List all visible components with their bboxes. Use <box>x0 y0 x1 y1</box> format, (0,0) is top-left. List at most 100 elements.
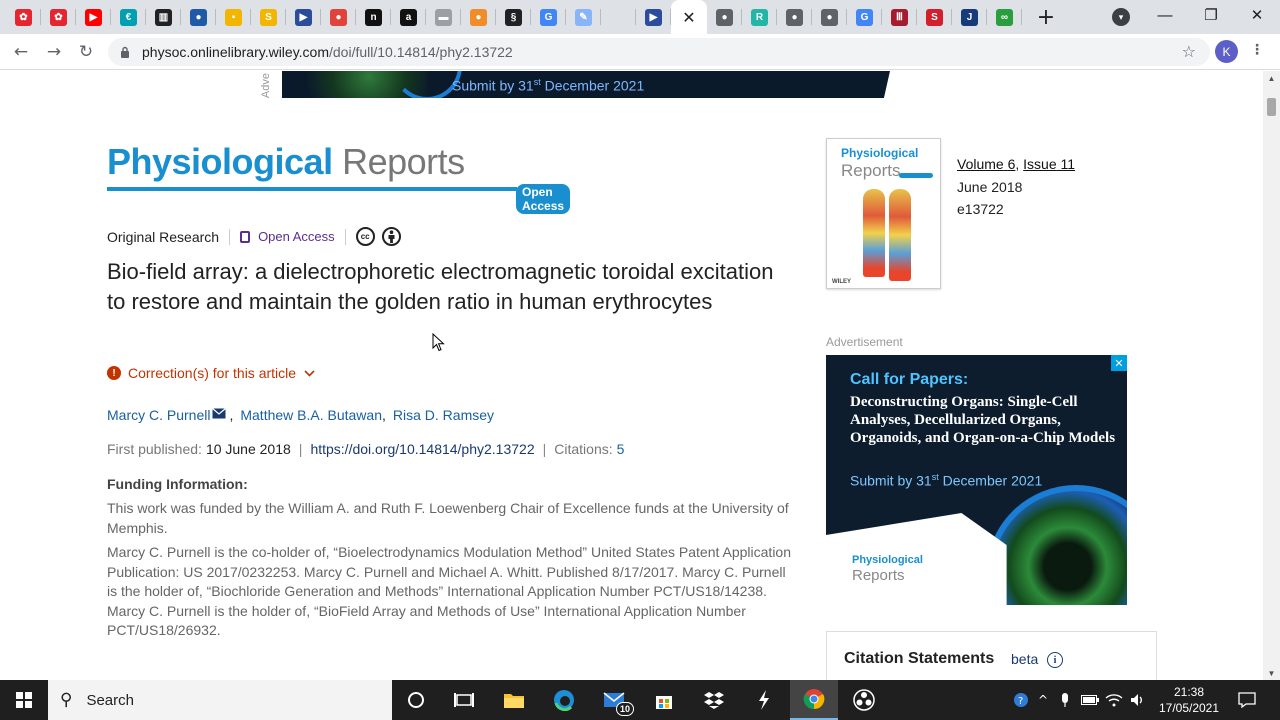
browser-tab[interactable]: G <box>531 0 566 34</box>
reload-button[interactable]: ↻ <box>74 40 98 64</box>
browser-tab[interactable]: ▶ <box>76 0 111 34</box>
author-link[interactable]: Risa D. Ramsey <box>393 407 494 423</box>
doi-link[interactable]: https://doi.org/10.14814/phy2.13722 <box>310 441 534 457</box>
browser-tab[interactable]: ▶ <box>286 0 321 34</box>
profile-avatar[interactable]: K <box>1215 40 1238 63</box>
start-button[interactable] <box>0 680 48 720</box>
browser-tab[interactable]: ▶ <box>636 0 671 34</box>
browser-tab[interactable]: ● <box>321 0 356 34</box>
mail-icon[interactable]: 10 <box>590 680 638 720</box>
attribution-person-icon[interactable] <box>381 227 401 246</box>
battery-icon[interactable] <box>1080 680 1100 720</box>
back-button[interactable]: ← <box>9 40 33 64</box>
dropbox-icon[interactable] <box>690 680 738 720</box>
correction-toggle[interactable]: ! Correction(s) for this article <box>107 365 315 381</box>
search-icon: ⚲ <box>60 690 73 710</box>
article-id: e13722 <box>957 201 1004 217</box>
scroll-thumb[interactable] <box>1267 98 1276 116</box>
new-tab-plus-icon[interactable]: + <box>1030 0 1062 34</box>
browser-tab[interactable]: n <box>356 0 391 34</box>
browser-tab[interactable]: ● <box>181 0 216 34</box>
browser-tab[interactable]: S <box>917 0 952 34</box>
cover-figure <box>863 189 885 277</box>
ad-journal-logo: Physiological Reports <box>852 554 923 584</box>
wifi-icon[interactable] <box>1104 680 1124 720</box>
browser-tab[interactable]: ● <box>812 0 847 34</box>
sidebar-ad[interactable]: ✕ Call for Papers: Deconstructing Organs… <box>826 355 1127 605</box>
creative-commons-icon[interactable]: cc <box>355 227 375 246</box>
taskbar-clock[interactable]: 21:38 17/05/2021 <box>1158 684 1220 716</box>
journal-cover-image[interactable]: Physiological Reports WILEY <box>826 138 941 289</box>
minimize-button[interactable]: ― <box>1142 0 1188 30</box>
browser-tab[interactable]: ✿ <box>6 0 41 34</box>
cortana-icon[interactable] <box>392 680 440 720</box>
browser-tab[interactable]: ✎ <box>566 0 601 34</box>
browser-tab[interactable]: ▬ <box>426 0 461 34</box>
browser-tab[interactable]: € <box>111 0 146 34</box>
notifications-icon[interactable] <box>1232 680 1262 720</box>
obs-icon[interactable] <box>840 680 888 720</box>
window-close-button[interactable]: ✕ <box>1234 0 1280 30</box>
close-icon[interactable]: ✕ <box>682 8 695 27</box>
browser-tab[interactable]: J <box>952 0 987 34</box>
first-published-date: 10 June 2018 <box>205 441 291 457</box>
browser-tab[interactable] <box>601 0 636 34</box>
help-icon[interactable]: ? <box>1012 680 1030 720</box>
microsoft-store-icon[interactable] <box>640 680 688 720</box>
browser-tab[interactable]: a <box>391 0 426 34</box>
amazon-icon: a <box>400 8 417 26</box>
browser-tab[interactable]: ▪ <box>216 0 251 34</box>
restore-button[interactable]: ❐ <box>1188 0 1234 30</box>
top-banner-ad[interactable]: Submit by 31st December 2021 <box>282 71 890 98</box>
author-link[interactable]: Matthew B.A. Butawan <box>240 407 382 423</box>
browser-menu-icon[interactable]: ⋮ <box>1250 42 1264 58</box>
info-icon[interactable]: i <box>1047 652 1063 668</box>
address-bar[interactable]: physoc.onlinelibrary.wiley.com/doi/full/… <box>108 38 1210 66</box>
browser-tab[interactable]: ● <box>461 0 496 34</box>
globe-grey-icon: ● <box>821 8 838 26</box>
file-explorer-icon[interactable] <box>490 680 538 720</box>
task-view-icon[interactable] <box>440 680 488 720</box>
microphone-icon[interactable] <box>1056 680 1074 720</box>
banner-ad-text: Submit by 31st December 2021 <box>452 77 645 94</box>
author-link[interactable]: Marcy C. Purnell <box>107 407 210 423</box>
browser-tab[interactable]: G <box>847 0 882 34</box>
show-hidden-icons-chevron-icon[interactable]: ^ <box>1034 680 1052 720</box>
browser-tab[interactable]: S <box>251 0 286 34</box>
forward-button[interactable]: → <box>42 40 66 64</box>
issue-link[interactable]: Issue 11 <box>1023 156 1075 172</box>
browser-tab[interactable]: ● <box>707 0 742 34</box>
volume-link[interactable]: Volume 6 <box>957 156 1015 172</box>
scroll-down-arrow-icon[interactable]: ▼ <box>1267 669 1276 678</box>
citations-count-link[interactable]: 5 <box>617 441 625 457</box>
browser-tab[interactable]: R <box>742 0 777 34</box>
browser-tab[interactable]: Ⅲ <box>882 0 917 34</box>
citation-statements-heading: Citation Statements <box>844 650 995 667</box>
lightning-app-icon[interactable] <box>740 680 788 720</box>
google-icon: G <box>856 8 873 26</box>
browser-tab[interactable]: ● <box>777 0 812 34</box>
tab-active[interactable]: ✕ <box>671 0 707 34</box>
chrome-icon[interactable] <box>790 680 838 720</box>
lock-icon[interactable] <box>118 45 132 59</box>
scroll-up-arrow-icon[interactable]: ▲ <box>1267 74 1276 83</box>
email-envelope-icon[interactable] <box>212 408 227 422</box>
taskbar-search-box[interactable]: ⚲ Search <box>48 680 392 720</box>
browser-tab[interactable]: ▥ <box>146 0 181 34</box>
bookmark-star-icon[interactable]: ☆ <box>1182 42 1196 61</box>
swirl-icon: § <box>505 8 522 26</box>
volume-icon[interactable] <box>1128 680 1148 720</box>
tab-search-icon[interactable]: ▾ <box>1112 8 1130 26</box>
ad-close-icon[interactable]: ✕ <box>1111 355 1127 371</box>
page-scrollbar[interactable]: ▲ ▼ <box>1263 71 1280 680</box>
article-title: Bio-field array: a dielectrophoretic ele… <box>107 259 774 314</box>
edge-browser-icon[interactable] <box>540 680 588 720</box>
n-icon: n <box>365 8 382 26</box>
conflict-paragraph: Marcy C. Purnell is the co-holder of, “B… <box>107 544 792 638</box>
open-access-badge[interactable]: Open Access <box>240 229 335 244</box>
article-meta-row: Original Research Open Access cc <box>107 227 401 246</box>
browser-tab[interactable]: § <box>496 0 531 34</box>
journal-logo[interactable]: Physiological Reports Open Access <box>107 141 571 214</box>
browser-tab[interactable]: ✿ <box>41 0 76 34</box>
browser-tab[interactable]: ∞ <box>987 0 1022 34</box>
